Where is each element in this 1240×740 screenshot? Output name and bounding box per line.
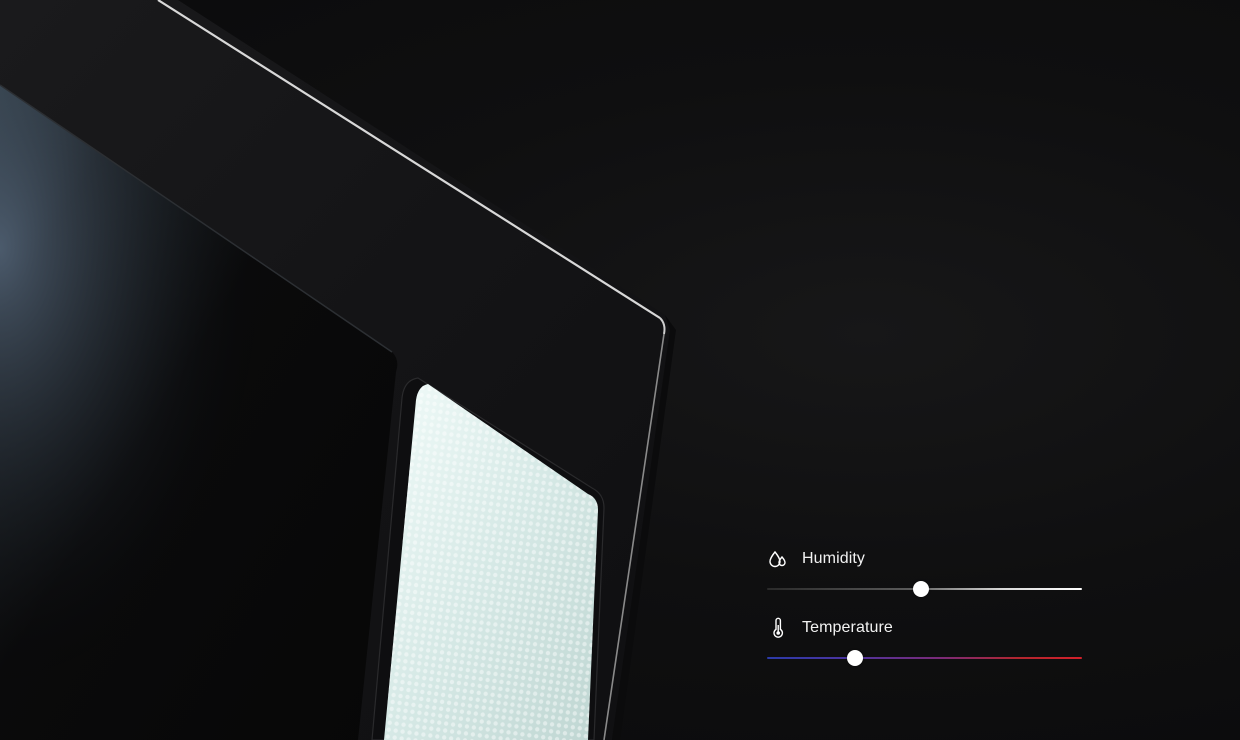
humidity-slider-thumb[interactable] — [913, 581, 930, 597]
humidity-label: Humidity — [802, 550, 866, 567]
hero-stage: Humidity Temperature — [0, 0, 1240, 740]
temperature-slider-thumb[interactable] — [847, 650, 864, 666]
humidity-control: Humidity — [767, 544, 1082, 613]
temperature-control: Temperature — [767, 613, 1082, 682]
water-drops-icon — [767, 548, 789, 570]
thermometer-icon — [767, 617, 789, 639]
temperature-slider-track[interactable] — [767, 650, 1082, 666]
temperature-label: Temperature — [802, 619, 893, 636]
humidity-slider-track[interactable] — [767, 581, 1082, 597]
climate-controls: Humidity Temperature — [767, 544, 1082, 682]
